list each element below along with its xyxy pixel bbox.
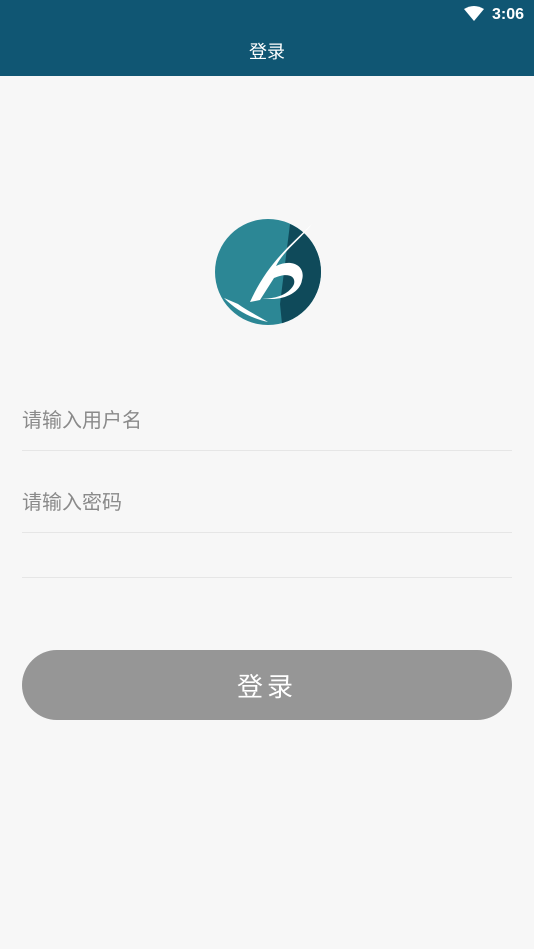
login-button[interactable]: 登录: [22, 650, 512, 720]
status-bar: 3:06: [0, 0, 534, 30]
username-field[interactable]: [22, 390, 512, 451]
wifi-icon: [464, 6, 484, 21]
password-field[interactable]: [22, 472, 512, 533]
top-app-bar: 3:06 登录: [0, 0, 534, 76]
username-input[interactable]: [22, 390, 512, 450]
login-screen: 3:06 登录 登录: [0, 0, 534, 949]
status-time: 3:06: [491, 6, 524, 23]
password-input[interactable]: [22, 472, 512, 532]
page-title: 登录: [249, 42, 285, 63]
form-divider: [22, 577, 512, 578]
b-logo-icon: [215, 219, 321, 325]
